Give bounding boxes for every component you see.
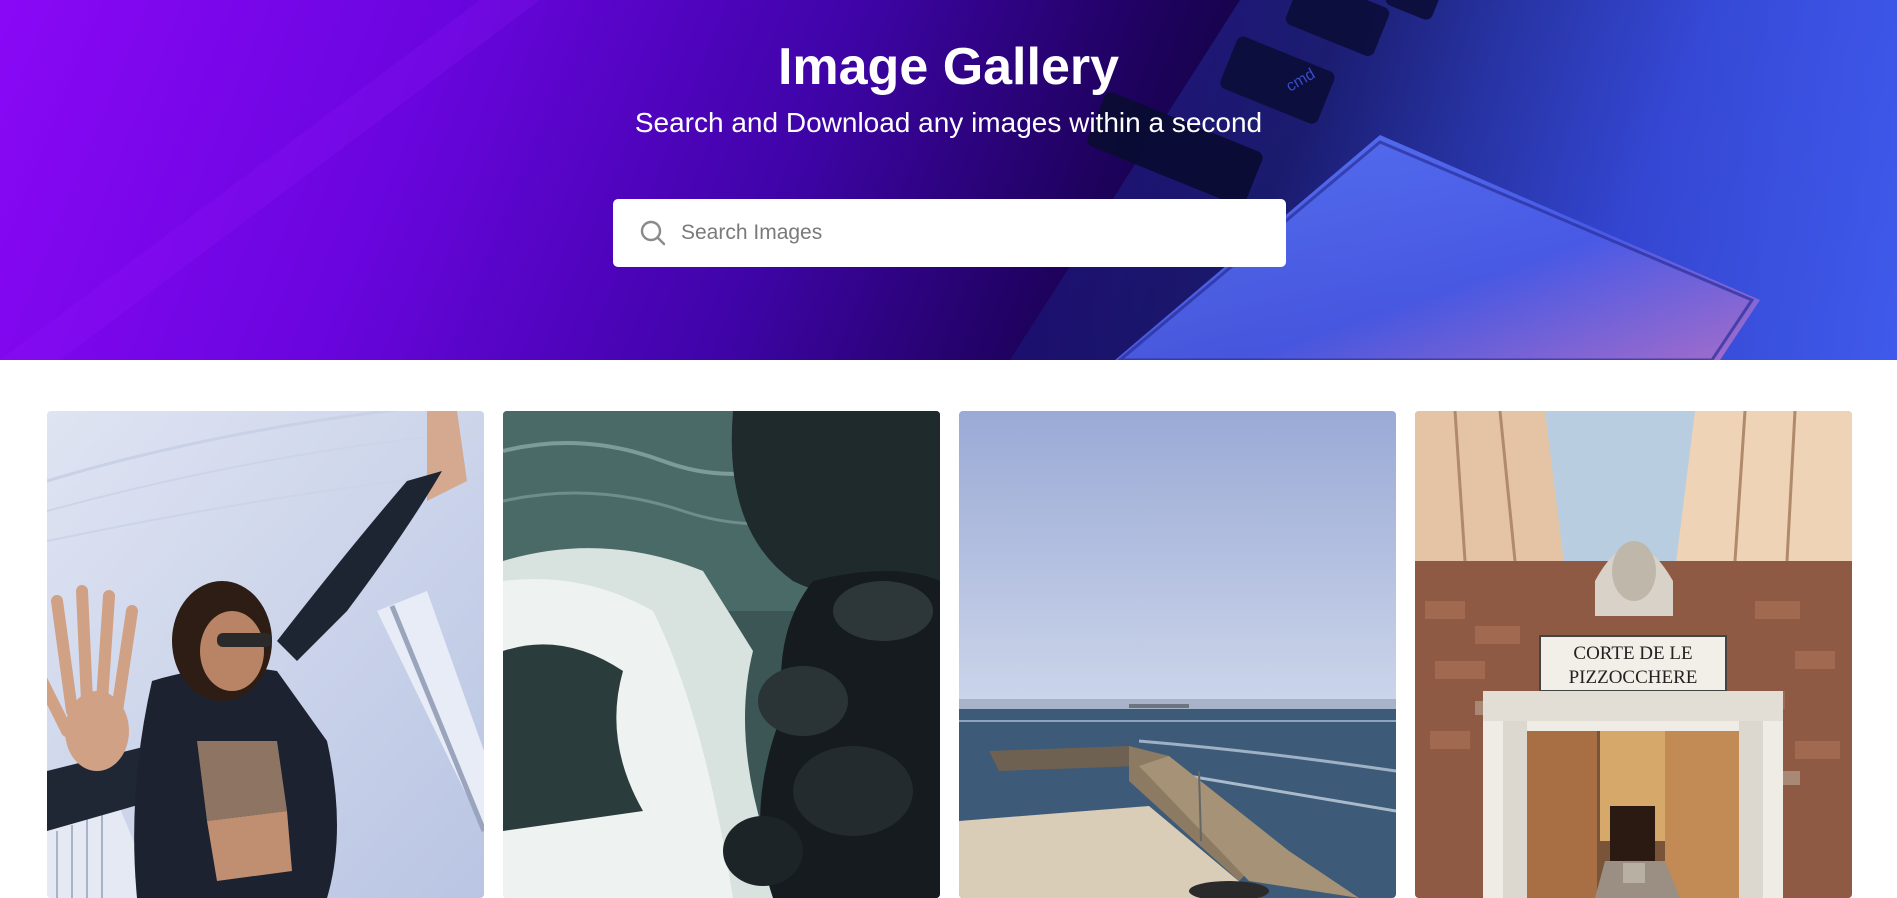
sign-line-2: PIZZOCCHERE: [1569, 667, 1698, 688]
gallery-image-woman[interactable]: [47, 411, 484, 898]
hero-content: Image Gallery Search and Download any im…: [0, 0, 1897, 360]
image-gallery: CORTE DE LE PIZZOCCHERE: [47, 411, 1852, 898]
sign-line-1: CORTE DE LE: [1573, 643, 1692, 664]
gallery-image-venice-alley[interactable]: CORTE DE LE PIZZOCCHERE: [1415, 411, 1852, 898]
gallery-image-ocean-rocks[interactable]: [503, 411, 940, 898]
page-title: Image Gallery: [777, 38, 1120, 96]
search-input[interactable]: [681, 199, 1271, 267]
gallery-image-sea-pier[interactable]: [959, 411, 1396, 898]
page-subtitle: Search and Download any images within a …: [634, 107, 1263, 138]
search-icon: [640, 220, 666, 246]
hero-banner: cmd Image Gallery Search and Download an…: [0, 0, 1897, 360]
search-bar[interactable]: [613, 199, 1286, 267]
